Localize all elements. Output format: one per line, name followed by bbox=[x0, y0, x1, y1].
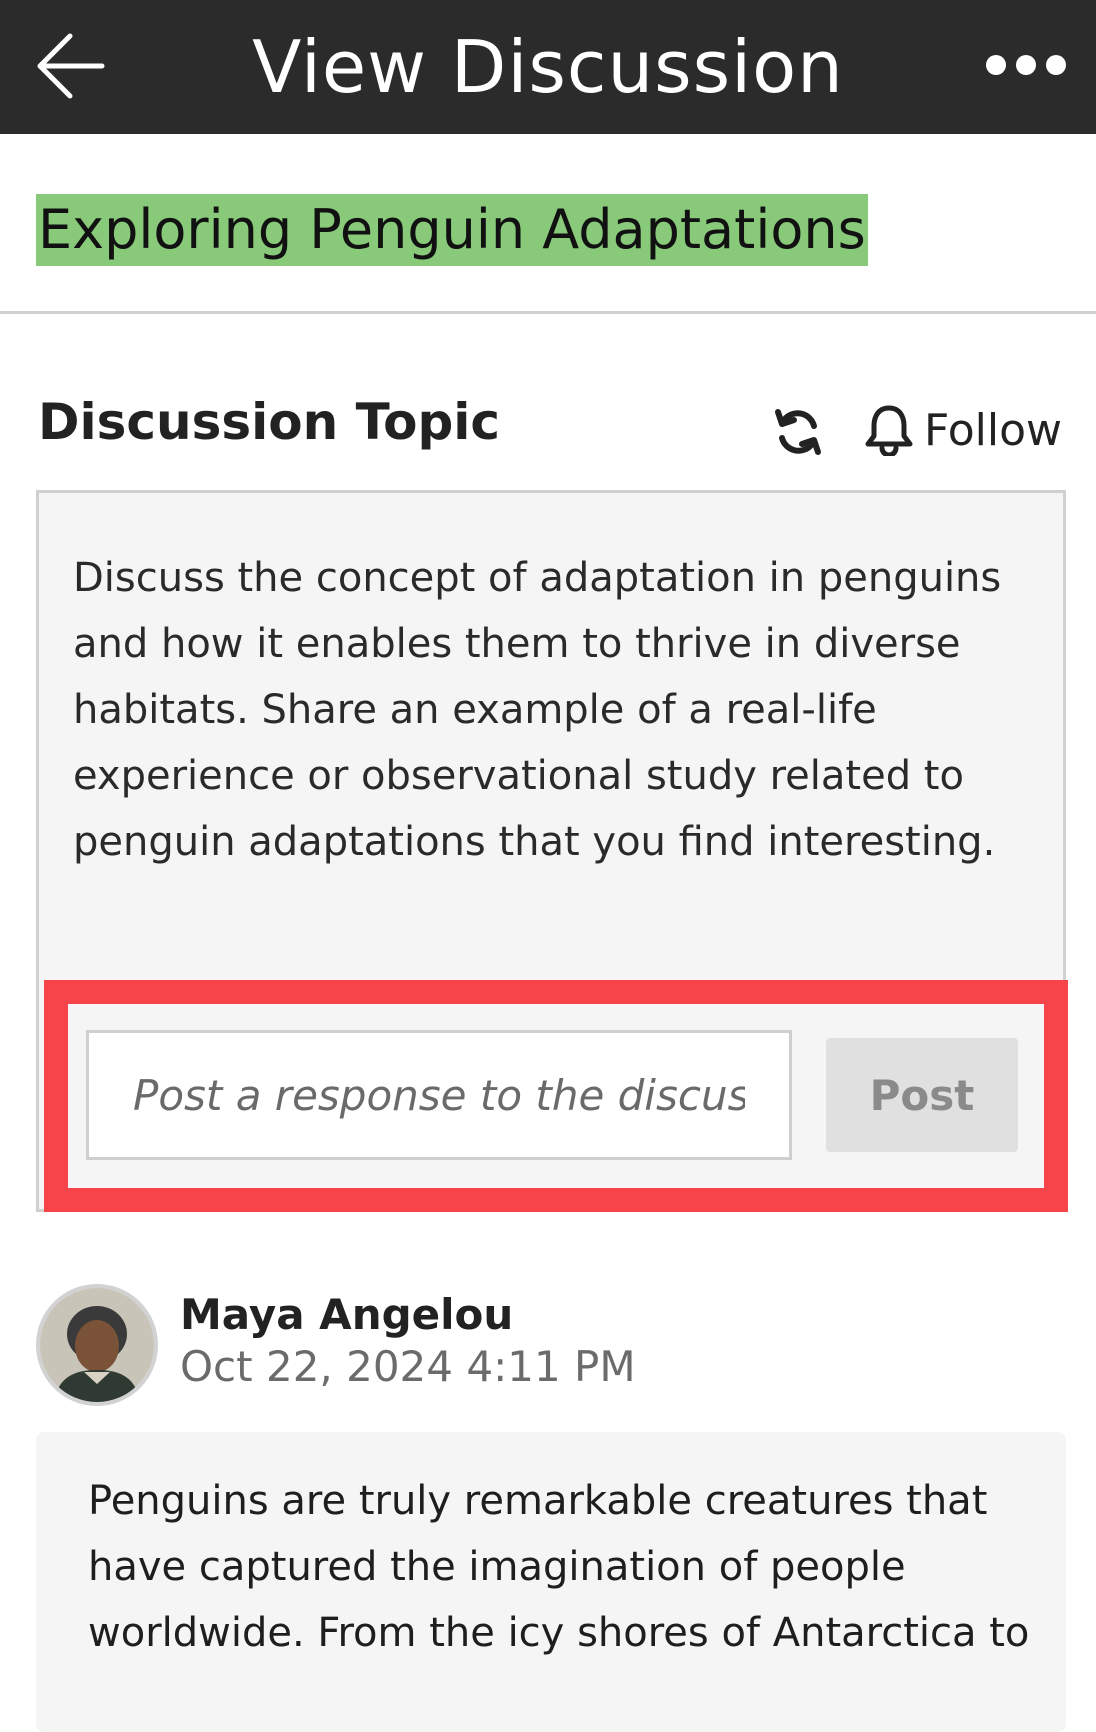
post-button[interactable]: Post bbox=[826, 1038, 1018, 1152]
follow-button[interactable]: Follow bbox=[864, 400, 1062, 460]
response-input[interactable] bbox=[86, 1030, 792, 1160]
course-header: Exploring Penguin Adaptations bbox=[0, 134, 1096, 314]
topic-heading: Discussion Topic bbox=[38, 393, 501, 451]
page-title: View Discussion bbox=[252, 25, 844, 109]
reply-text: Penguins are truly remarkable creatures … bbox=[88, 1478, 1030, 1656]
avatar bbox=[36, 1284, 158, 1406]
topic-description: Discuss the concept of adaptation in pen… bbox=[73, 555, 1002, 865]
more-horizontal-icon[interactable] bbox=[986, 50, 1066, 80]
discussion-body: Discussion Topic Follow Discuss the conc… bbox=[0, 330, 1096, 1732]
follow-label: Follow bbox=[924, 404, 1063, 456]
refresh-icon[interactable] bbox=[770, 404, 826, 460]
author-name[interactable]: Maya Angelou bbox=[180, 1288, 513, 1342]
response-composer: Post bbox=[44, 980, 1068, 1212]
bell-icon bbox=[865, 405, 913, 456]
post-timestamp: Oct 22, 2024 4:11 PM bbox=[180, 1342, 636, 1391]
top-bar: View Discussion bbox=[0, 0, 1096, 134]
reply-card: Penguins are truly remarkable creatures … bbox=[36, 1432, 1066, 1732]
course-title: Exploring Penguin Adaptations bbox=[36, 194, 868, 266]
author-photo bbox=[40, 1288, 154, 1402]
